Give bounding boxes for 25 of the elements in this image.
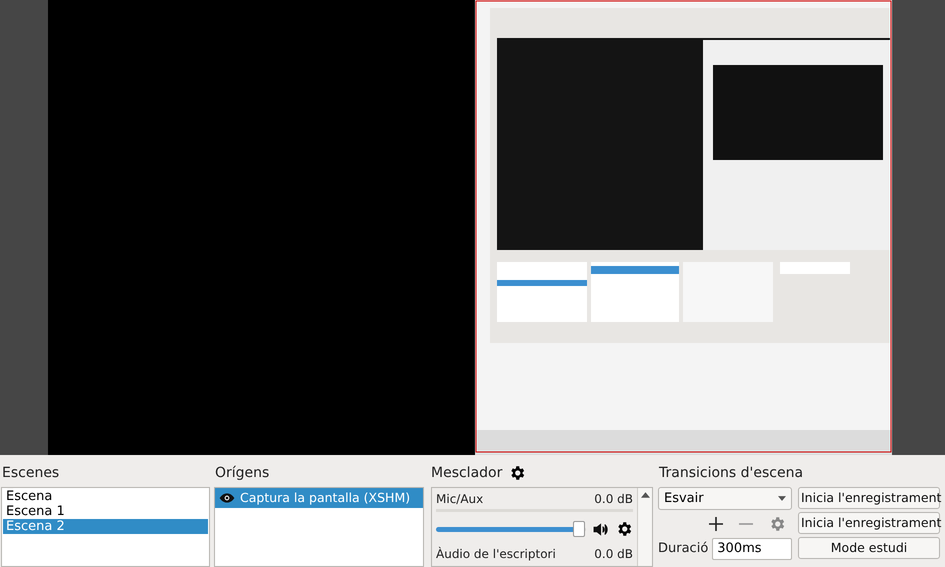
duration-field[interactable]: 300ms: [712, 538, 792, 560]
panel-title: Transicions d'escena: [658, 464, 804, 482]
scrollbar[interactable]: [637, 488, 652, 566]
channel-name: Mic/Aux: [436, 491, 484, 508]
volume-slider[interactable]: [436, 521, 586, 537]
slider-thumb[interactable]: [572, 521, 584, 537]
control-button[interactable]: Mode estudi: [798, 537, 940, 559]
source-item[interactable]: Captura la pantalla (XSHM): [215, 488, 423, 508]
scene-item[interactable]: Escena 1: [3, 504, 208, 519]
panel-title: Mesclador: [431, 464, 502, 482]
add-icon[interactable]: [708, 516, 724, 532]
control-button[interactable]: Inicia l'enregistrament: [798, 487, 940, 509]
scroll-up-icon[interactable]: [640, 492, 650, 498]
caret-icon: [778, 496, 786, 501]
channel-reading: 0.0 dB: [594, 491, 633, 508]
panel-title: Escenes: [1, 464, 60, 482]
channel-reading: 0.0 dB: [594, 546, 633, 563]
scene-item[interactable]: Escena 2: [3, 519, 208, 534]
scene-item[interactable]: Escena: [3, 489, 208, 504]
panel-title: Orígens: [214, 464, 270, 482]
channel-name: Àudio de l'escriptori: [436, 546, 556, 563]
speaker-icon[interactable]: [592, 520, 609, 538]
control-button[interactable]: Inicia l'enregistrament: [798, 512, 940, 534]
transition-dropdown[interactable]: Esvair: [658, 487, 792, 510]
duration-label: Duració: [658, 540, 708, 558]
